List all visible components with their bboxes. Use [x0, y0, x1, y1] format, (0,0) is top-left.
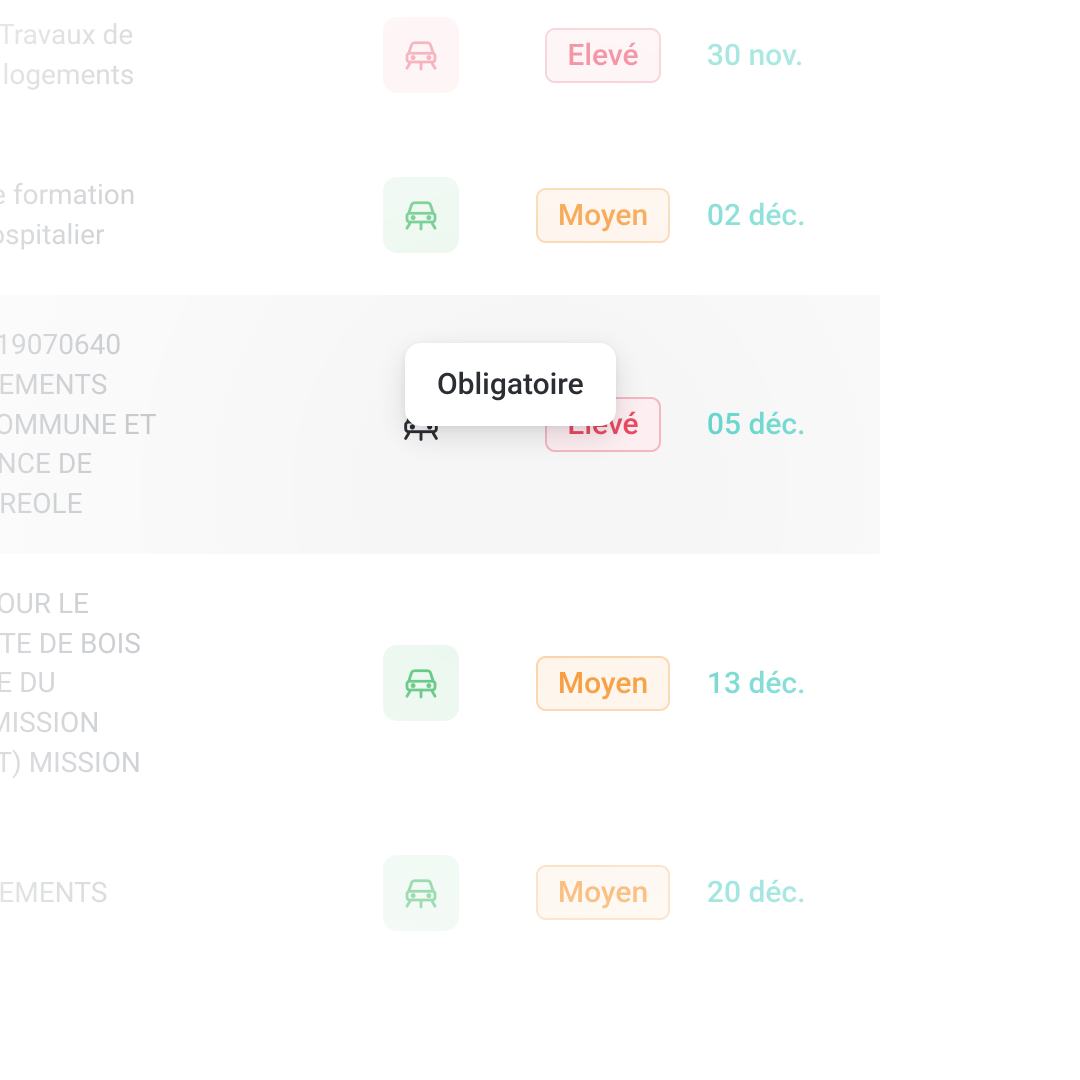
listings-table: Bourg 1"<br />Travaux deportant sur 60 l… [0, 0, 880, 973]
priority-badge[interactable]: Elevé [545, 28, 660, 83]
table-row[interactable]: Bourg 1"<br />Travaux deportant sur 60 l… [0, 0, 880, 135]
car-icon [400, 34, 442, 76]
visit-status-icon[interactable] [383, 177, 459, 253]
priority-cell: Moyen [499, 865, 707, 920]
car-icon [400, 872, 442, 914]
date-cell: 02 déc. [707, 198, 880, 233]
priority-badge[interactable]: Moyen [536, 188, 670, 243]
date-cell: 05 déc. [707, 407, 880, 442]
car-icon [400, 194, 442, 236]
listing-title: consultation : 19070640ON DE 12 LOGEMENT… [0, 325, 343, 524]
priority-badge[interactable]: Moyen [536, 656, 670, 711]
visit-status-icon[interactable] [383, 17, 459, 93]
date-cell: 13 déc. [707, 666, 880, 701]
visit-status-icon[interactable] [383, 855, 459, 931]
date-cell: 30 nov. [707, 38, 880, 73]
table-row[interactable]: ON DE 17 LOGEMENTS Moyen 20 déc. [0, 813, 880, 973]
tooltip-obligatoire: Obligatoire [405, 343, 616, 426]
listing-title: d'un espace de formationur le Centre Hos… [0, 175, 343, 255]
date-cell: 20 déc. [707, 875, 880, 910]
visit-cell [343, 855, 499, 931]
priority-cell: Elevé [499, 28, 707, 83]
visit-cell [343, 645, 499, 721]
car-icon [400, 662, 442, 704]
listing-title: Bourg 1"<br />Travaux deportant sur 60 l… [0, 15, 343, 95]
table-row[interactable]: TECHNIQUE POUR LENT DE LA ROUTE DE BOIST… [0, 554, 880, 813]
visit-cell [343, 177, 499, 253]
visit-status-icon[interactable] [383, 645, 459, 721]
visit-cell [343, 17, 499, 93]
table-row[interactable]: d'un espace de formationur le Centre Hos… [0, 135, 880, 295]
priority-cell: Moyen [499, 656, 707, 711]
priority-badge[interactable]: Moyen [536, 865, 670, 920]
listing-title: TECHNIQUE POUR LENT DE LA ROUTE DE BOIST… [0, 584, 343, 783]
priority-cell: Moyen [499, 188, 707, 243]
listing-title: ON DE 17 LOGEMENTS [0, 873, 343, 913]
